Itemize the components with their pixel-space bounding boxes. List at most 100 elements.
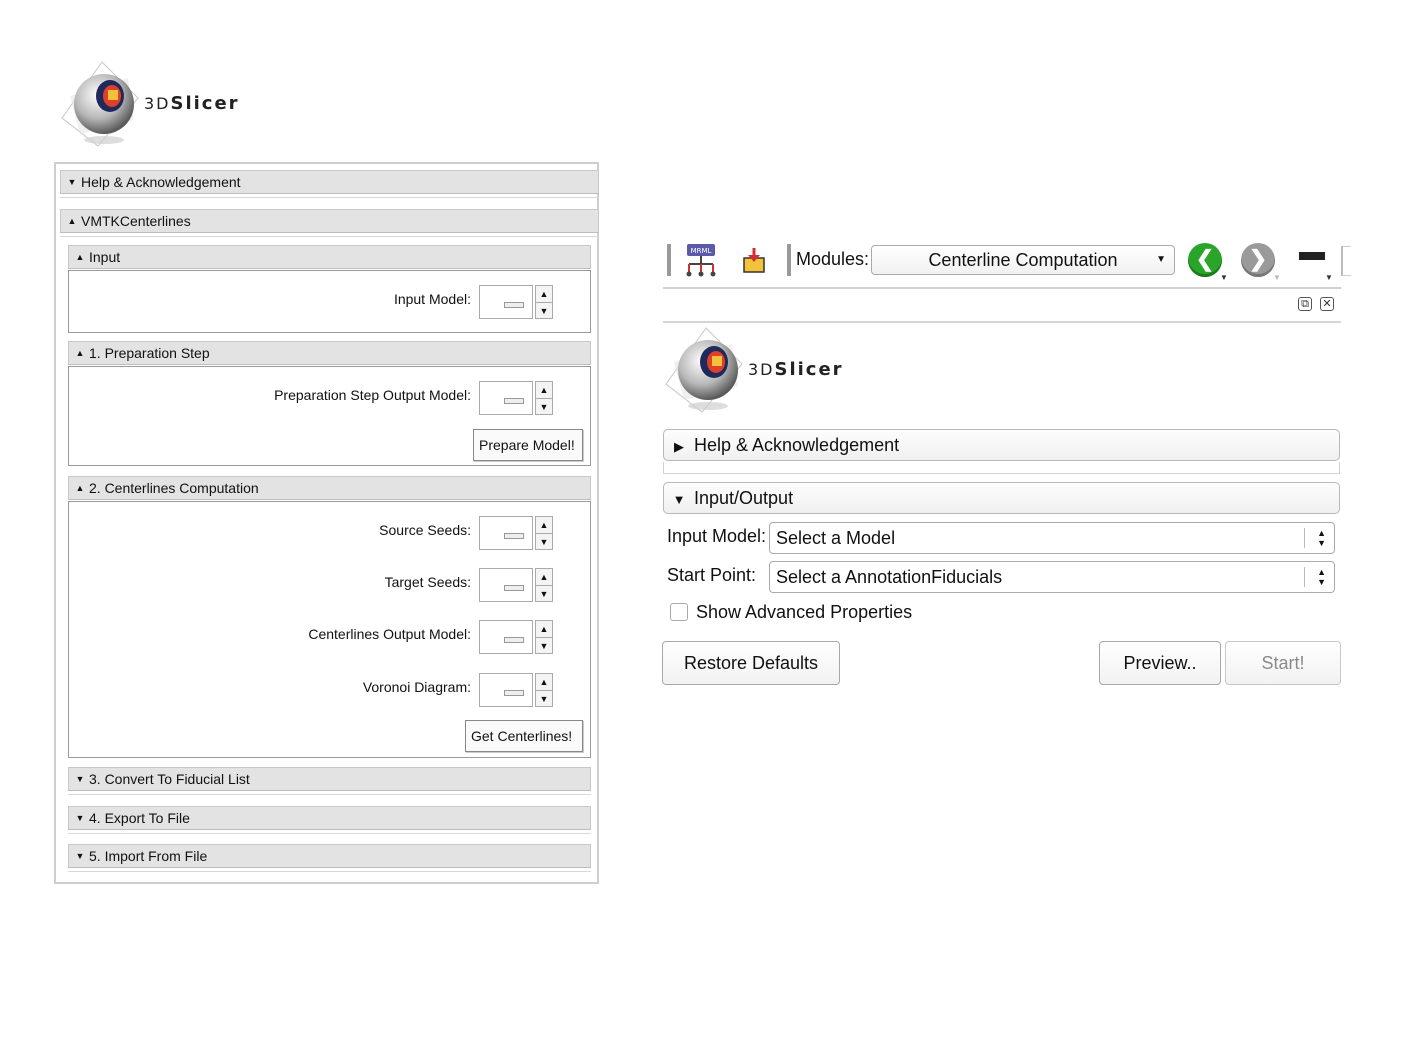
centerlines-output-label: Centerlines Output Model:: [308, 626, 471, 642]
voronoi-diagram-selector[interactable]: ▲ ▼: [479, 673, 555, 709]
combobox-separator: [1304, 528, 1305, 548]
start-point-combobox-value: Select a AnnotationFiducials: [776, 567, 1003, 587]
start-point-combobox[interactable]: Select a AnnotationFiducials ▲ ▼: [769, 561, 1335, 593]
toolbar-separator: [667, 244, 671, 276]
io-collapsible-label: Input/Output: [694, 488, 794, 508]
input-model-spin-arrows[interactable]: ▲ ▼: [535, 285, 553, 319]
convert-section-title: 3. Convert To Fiducial List: [89, 771, 250, 787]
view-layout-caret-icon[interactable]: ▼: [1325, 273, 1333, 282]
spin-up-icon[interactable]: ▲: [536, 621, 552, 637]
input-section-title: Input: [89, 249, 121, 265]
collapse-triangle-icon: ▼: [75, 813, 85, 823]
forward-history-caret-icon[interactable]: ▼: [1273, 273, 1281, 282]
start-button[interactable]: Start!: [1225, 641, 1341, 685]
module-header-label: VMTKCenterlines: [81, 213, 191, 229]
help-acknowledgement-header[interactable]: ▼ Help & Acknowledgement: [60, 170, 599, 198]
load-data-icon[interactable]: [741, 246, 767, 274]
expand-triangle-icon: ▲: [75, 252, 85, 262]
expand-triangle-icon: ▲: [67, 216, 77, 226]
vmtk-centerlines-header[interactable]: ▲ VMTKCenterlines: [60, 209, 599, 237]
modules-dropdown[interactable]: Centerline Computation ▼: [871, 245, 1175, 275]
spin-down-icon[interactable]: ▼: [536, 398, 552, 415]
prep-output-spin-arrows[interactable]: ▲ ▼: [535, 381, 553, 415]
show-advanced-checkbox[interactable]: [670, 603, 688, 621]
undock-icon[interactable]: ⧉: [1298, 297, 1312, 311]
spin-down-icon[interactable]: ▼: [536, 637, 552, 654]
centerlines-section-title: 2. Centerlines Computation: [89, 480, 259, 496]
centerlines-output-selector[interactable]: ▲ ▼: [479, 620, 555, 656]
voronoi-diagram-field[interactable]: [479, 673, 533, 707]
spin-down-icon[interactable]: ▼: [536, 690, 552, 707]
forward-arrow-icon[interactable]: ❯: [1241, 243, 1275, 277]
prep-output-selector[interactable]: ▲ ▼: [479, 381, 555, 417]
view-layout-icon[interactable]: [1299, 252, 1325, 260]
toolbar-separator: [787, 244, 791, 276]
spin-up-icon[interactable]: ▲: [536, 674, 552, 690]
logo-slicer-text: Slicer: [774, 358, 844, 380]
centerlines-output-field[interactable]: [479, 620, 533, 654]
spin-up-icon[interactable]: ▲: [536, 382, 552, 398]
collapse-triangle-icon: ▼: [67, 177, 77, 187]
spin-up-icon[interactable]: ▲: [536, 286, 552, 302]
toolbar-overflow-edge: [1341, 246, 1351, 276]
slicer-logo-icon: [58, 58, 148, 148]
source-seeds-spin-arrows[interactable]: ▲ ▼: [535, 516, 553, 550]
input-model-selector[interactable]: ▲ ▼: [479, 285, 555, 321]
source-seeds-field[interactable]: [479, 516, 533, 550]
left-arrow-glyph: ❮: [1195, 246, 1215, 271]
right-arrow-glyph: ❯: [1248, 246, 1268, 271]
prep-section-title: 1. Preparation Step: [89, 345, 210, 361]
get-centerlines-button[interactable]: Get Centerlines!: [465, 720, 583, 752]
source-seeds-label: Source Seeds:: [379, 522, 471, 538]
spin-down-icon[interactable]: ▼: [536, 533, 552, 550]
prepare-model-button[interactable]: Prepare Model!: [473, 429, 583, 461]
source-seeds-selector[interactable]: ▲ ▼: [479, 516, 555, 552]
input-section-header[interactable]: ▲ Input: [68, 245, 591, 273]
input-model-field[interactable]: [479, 285, 533, 319]
start-point-label: Start Point:: [667, 565, 757, 585]
input-model-label: Input Model:: [393, 291, 471, 307]
target-seeds-field[interactable]: [479, 568, 533, 602]
input-output-collapsible[interactable]: ▼ Input/Output: [663, 482, 1340, 514]
prep-output-field[interactable]: [479, 381, 533, 415]
target-seeds-label: Target Seeds:: [384, 574, 471, 590]
voronoi-diagram-spin-arrows[interactable]: ▲ ▼: [535, 673, 553, 707]
target-seeds-spin-arrows[interactable]: ▲ ▼: [535, 568, 553, 602]
modules-label: Modules:: [796, 249, 870, 269]
slicer-logo-left: 3DSlicer: [58, 58, 240, 148]
restore-defaults-button[interactable]: Restore Defaults: [662, 641, 840, 685]
mrml-icon-text: MRML: [691, 247, 712, 255]
centerlines-section-header[interactable]: ▲ 2. Centerlines Computation: [68, 476, 591, 504]
collapse-triangle-icon: ▼: [75, 774, 85, 784]
help-acknowledgement-collapsible[interactable]: ▶ Help & Acknowledgement: [663, 429, 1340, 461]
spin-down-icon[interactable]: ▼: [536, 585, 552, 602]
collapse-triangle-icon: ▼: [672, 492, 686, 507]
module-dock-bar: ⧉ ✕: [663, 287, 1341, 323]
show-advanced-label[interactable]: Show Advanced Properties: [696, 602, 912, 623]
up-down-chevron-icon: ▲ ▼: [1317, 567, 1326, 587]
centerlines-output-spin-arrows[interactable]: ▲ ▼: [535, 620, 553, 654]
input-section-body: Input Model: ▲ ▼: [68, 270, 591, 333]
combobox-separator: [1304, 567, 1305, 587]
input-model-combobox[interactable]: Select a Model ▲ ▼: [769, 522, 1335, 554]
spin-up-icon[interactable]: ▲: [536, 517, 552, 533]
import-section-header[interactable]: ▼ 5. Import From File: [68, 844, 591, 872]
prep-section-header[interactable]: ▲ 1. Preparation Step: [68, 341, 591, 369]
slicer-logo-right: 3DSlicer: [662, 324, 844, 414]
chevron-down-icon: ▼: [1156, 254, 1166, 265]
spin-down-icon[interactable]: ▼: [536, 302, 552, 319]
preview-button[interactable]: Preview..: [1099, 641, 1221, 685]
spin-up-icon[interactable]: ▲: [536, 569, 552, 585]
back-arrow-icon[interactable]: ❮: [1188, 243, 1222, 277]
slicer-logo-icon: [662, 324, 752, 414]
back-history-caret-icon[interactable]: ▼: [1220, 273, 1228, 282]
target-seeds-selector[interactable]: ▲ ▼: [479, 568, 555, 604]
mrml-scene-icon[interactable]: MRML: [683, 242, 719, 278]
convert-section-header[interactable]: ▼ 3. Convert To Fiducial List: [68, 767, 591, 795]
export-section-header[interactable]: ▼ 4. Export To File: [68, 806, 591, 834]
expand-triangle-icon: ▲: [75, 348, 85, 358]
close-icon[interactable]: ✕: [1320, 297, 1334, 311]
vmtk-legacy-panel: ▼ Help & Acknowledgement ▲ VMTKCenterlines…: [54, 162, 599, 884]
help-collapsible-label: Help & Acknowledgement: [694, 435, 900, 455]
prep-section-body: Preparation Step Output Model: ▲ ▼ Prepar…: [68, 366, 591, 466]
